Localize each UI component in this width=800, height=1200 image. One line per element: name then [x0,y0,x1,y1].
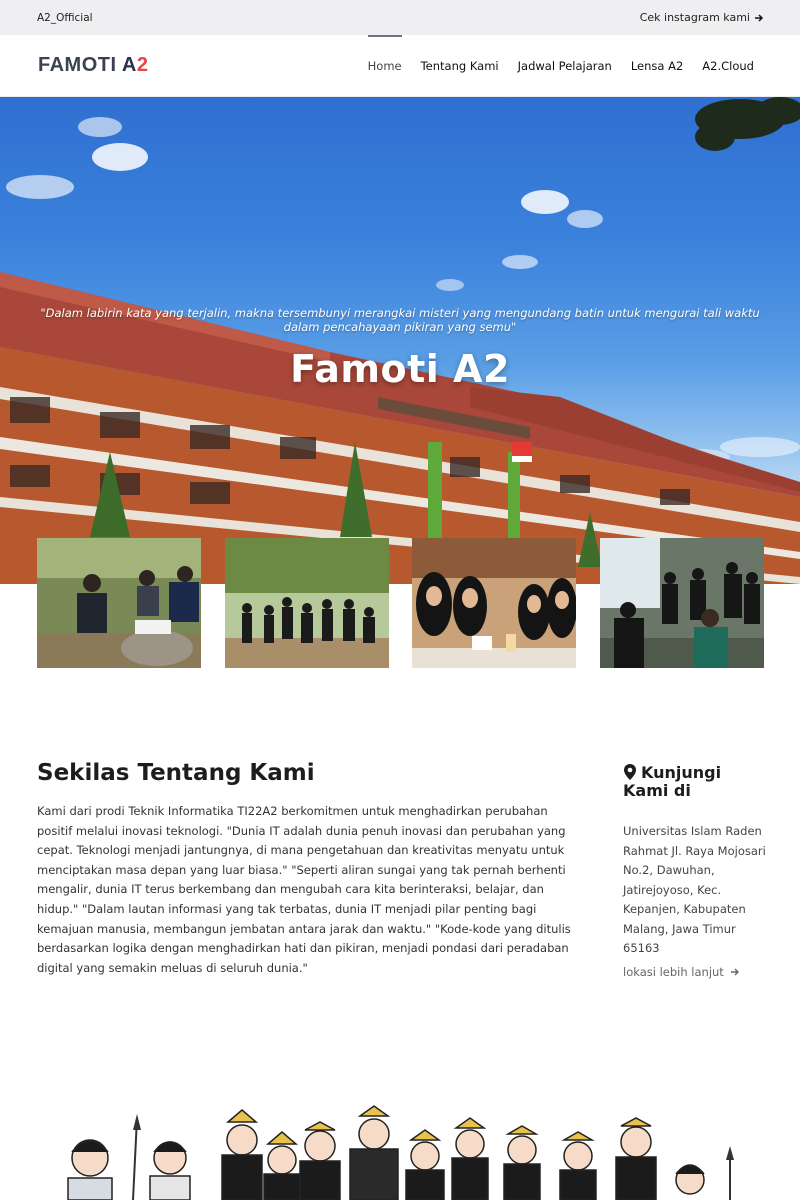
nav-a2-cloud[interactable]: A2.Cloud [702,35,754,97]
group-photo-outdoor-icon [225,538,389,668]
group-photo-forest-icon [37,538,201,668]
about-body: Kami dari prodi Teknik Informatika TI22A… [37,804,571,975]
nav-home[interactable]: Home [367,34,402,97]
arrow-right-icon [730,968,739,975]
hero-title: Famoti A2 [290,347,510,391]
logo-number: 2 [136,54,149,76]
visit-address: Universitas Islam Raden Rahmat Jl. Raya … [623,824,766,955]
group-photo-cafe-icon [412,538,576,668]
map-pin-icon [624,764,636,780]
location-more-link[interactable]: lokasi lebih lanjut [623,965,768,979]
main-navbar: FAMOTI A2 Home Tentang Kami Jadwal Pelaj… [0,34,800,97]
about-section: Sekilas Tentang Kami Kami dari prodi Tek… [37,760,577,978]
visit-section: Kunjungi Kami di Universitas Islam Raden… [623,764,768,979]
gallery-photo-2[interactable] [225,538,389,668]
arrow-right-icon [755,13,764,22]
visit-heading-text: Kunjungi Kami di [623,763,722,800]
hero-banner: "Dalam labirin kata yang terjalin, makna… [0,97,800,584]
campus-building-image [0,97,800,584]
gallery-photo-4[interactable] [600,538,764,668]
top-bar: A2_Official Cek instagram kami [0,0,800,35]
logo-text: FAMOTI [38,54,122,76]
group-photo-waterfall-icon [600,538,764,668]
visit-heading: Kunjungi Kami di [623,764,768,800]
logo-letter-a: A [121,54,137,76]
site-logo[interactable]: FAMOTI A2 [38,54,148,77]
about-heading: Sekilas Tentang Kami [37,760,315,786]
account-handle: A2_Official [37,11,93,24]
location-more-label: lokasi lebih lanjut [623,964,724,979]
nav-jadwal-pelajaran[interactable]: Jadwal Pelajaran [518,35,612,97]
instagram-link-label: Cek instagram kami [639,11,750,24]
gallery-photo-3[interactable] [412,538,576,668]
instagram-link[interactable]: Cek instagram kami [640,11,764,24]
nav-lensa-a2[interactable]: Lensa A2 [631,35,683,97]
nav-menu: Home Tentang Kami Jadwal Pelajaran Lensa… [367,34,754,97]
gallery-photo-1[interactable] [37,538,201,668]
nav-tentang-kami[interactable]: Tentang Kami [421,35,499,97]
cartoon-group-illustration [67,1105,734,1200]
hero-quote: "Dalam labirin kata yang terjalin, makna… [40,306,760,334]
class-illustration [0,1100,800,1200]
